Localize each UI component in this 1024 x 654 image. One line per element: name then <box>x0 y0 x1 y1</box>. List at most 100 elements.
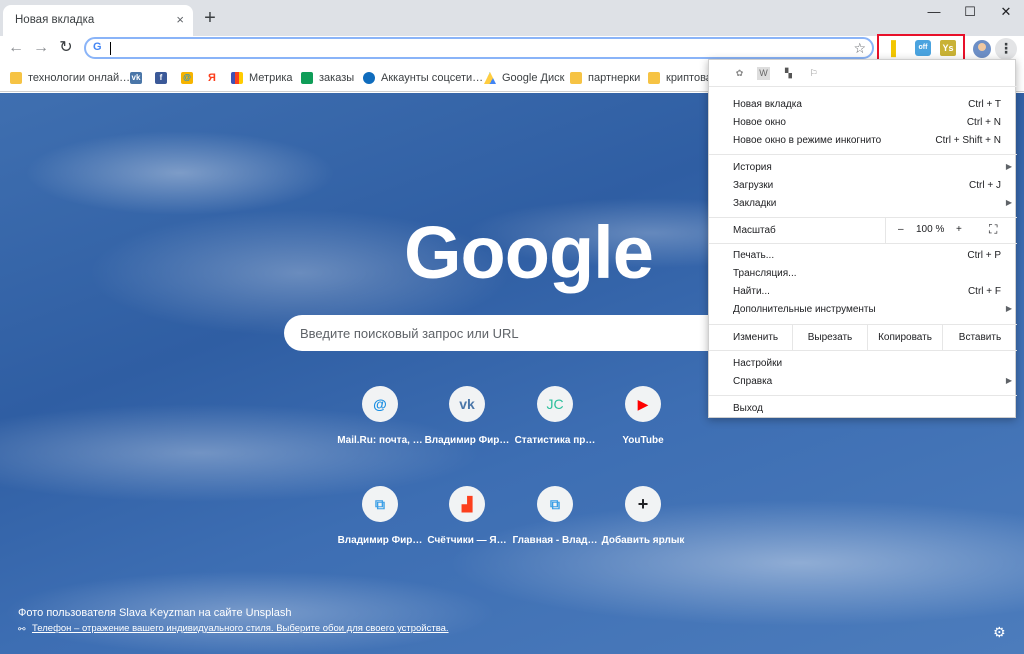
tab-strip: Новая вкладка × + — ☐ ✕ <box>0 0 1024 36</box>
bookmark-metrika[interactable]: Метрика <box>231 71 293 85</box>
bookmark-google-drive[interactable]: Google Диск <box>484 71 564 85</box>
menu-new-tab[interactable]: Новая вкладка Ctrl + T <box>709 96 1017 114</box>
menu-find[interactable]: Найти... Ctrl + F <box>709 283 1017 301</box>
tile-label: Mail.Ru: почта, … <box>337 435 423 446</box>
menu-item-label: Новое окно <box>733 117 786 128</box>
bookmark-yandex[interactable]: Я <box>206 71 224 85</box>
close-tab-icon[interactable]: × <box>176 13 184 27</box>
menu-item-shortcut: Ctrl + J <box>969 180 1001 191</box>
minimize-icon[interactable]: — <box>922 4 946 22</box>
maximize-icon[interactable]: ☐ <box>958 4 982 22</box>
submenu-arrow-icon: ▶ <box>1005 376 1012 385</box>
new-tab-button[interactable]: + <box>201 8 219 28</box>
tile-label: Добавить ярлык <box>601 535 685 546</box>
bookmark-mailru[interactable]: @ <box>181 71 199 85</box>
pennant-ext-icon[interactable]: ⚐ <box>807 67 820 80</box>
ntp-search-box[interactable]: Введите поисковый запрос или URL <box>284 315 740 351</box>
menu-item-shortcut: Ctrl + Shift + N <box>935 135 1001 146</box>
menu-incognito[interactable]: Новое окно в режиме инкогнито Ctrl + Shif… <box>709 132 1017 150</box>
folder-icon <box>10 72 22 84</box>
google-drive-icon <box>484 72 496 84</box>
fullscreen-icon[interactable]: ⛶ <box>989 222 997 237</box>
site-icon: ⧉ <box>362 486 398 522</box>
shortcut-tile[interactable]: @ Mail.Ru: почта, … <box>332 386 428 466</box>
menu-exit[interactable]: Выход <box>709 400 1017 418</box>
tab-title: Новая вкладка <box>15 14 95 26</box>
zoom-out-button[interactable]: – <box>898 224 904 235</box>
ys-ext-icon[interactable]: Ys <box>940 40 956 56</box>
menu-item-label: Масштаб <box>733 225 776 236</box>
bookmark-orders[interactable]: заказы <box>301 71 354 85</box>
tile-label: Счётчики — Я… <box>427 535 507 546</box>
add-shortcut-tile[interactable]: + Добавить ярлык <box>595 486 691 566</box>
menu-more-tools[interactable]: Дополнительные инструменты ▶ <box>709 301 1017 319</box>
menu-bookmarks[interactable]: Закладки ▶ <box>709 195 1017 213</box>
flag-ext-icon[interactable]: ▚ <box>782 67 795 80</box>
mailru-icon: @ <box>181 72 193 84</box>
bookmark-facebook[interactable]: f <box>155 71 173 85</box>
folder-icon <box>570 72 582 84</box>
menu-history[interactable]: История ▶ <box>709 159 1017 177</box>
cut-button[interactable]: Вырезать <box>792 325 867 350</box>
menu-item-label: Найти... <box>733 286 770 297</box>
paste-button[interactable]: Вставить <box>942 325 1017 350</box>
menu-item-label: Загрузки <box>733 180 774 191</box>
menu-separator <box>709 154 1017 155</box>
menu-item-label: История <box>733 162 772 173</box>
menu-item-label: Новое окно в режиме инкогнито <box>733 135 882 146</box>
gear-icon[interactable]: ⚙ <box>993 624 1006 641</box>
menu-item-label: Новая вкладка <box>733 99 802 110</box>
close-window-icon[interactable]: ✕ <box>994 4 1018 22</box>
tile-label: Владимир Фир… <box>337 535 423 546</box>
shortcut-tile[interactable]: vk Владимир Фир… <box>419 386 515 466</box>
menu-item-shortcut: Ctrl + T <box>968 99 1001 110</box>
menu-item-label: Настройки <box>733 358 783 369</box>
menu-extensions-row: ✿ W ▚ ⚐ <box>709 60 1017 87</box>
menu-downloads[interactable]: Загрузки Ctrl + J <box>709 177 1017 195</box>
shortcut-tile[interactable]: ▟ Счётчики — Я… <box>419 486 515 566</box>
forward-icon[interactable]: → <box>31 38 51 58</box>
zoom-controls: – 100 % + ⛶ <box>885 218 1017 243</box>
menu-cast[interactable]: Трансляция... <box>709 265 1017 283</box>
puzzle-ext-icon[interactable]: ✿ <box>733 67 746 80</box>
bookmark-accounts[interactable]: Аккаунты соцсети… <box>363 71 483 85</box>
menu-item-shortcut: Ctrl + P <box>967 250 1001 261</box>
menu-settings[interactable]: Настройки <box>709 355 1017 373</box>
shortcut-tile[interactable]: ▶ YouTube <box>595 386 691 466</box>
wallpaper-link[interactable]: Телефон – отражение вашего индивидуально… <box>32 623 449 634</box>
zoom-in-button[interactable]: + <box>956 224 962 235</box>
shortcut-tile[interactable]: ⧉ Главная - Влад… <box>507 486 603 566</box>
menu-help[interactable]: Справка ▶ <box>709 373 1017 391</box>
bookmark-folder-partners[interactable]: партнерки <box>570 71 640 85</box>
bookmark-vk[interactable]: vk <box>130 71 148 85</box>
profile-avatar[interactable] <box>973 40 991 58</box>
menu-item-label: Выход <box>733 403 763 414</box>
metrika-icon <box>231 72 243 84</box>
menu-print[interactable]: Печать... Ctrl + P <box>709 247 1017 265</box>
shortcut-tile[interactable]: JC Статистика пр… <box>507 386 603 466</box>
proxy-off-ext-icon[interactable]: off <box>915 40 931 56</box>
facebook-icon: f <box>155 72 167 84</box>
address-bar[interactable]: G ☆ <box>84 37 874 59</box>
bookmark-folder-tech[interactable]: технологии онлай… <box>10 71 130 85</box>
menu-separator <box>709 350 1017 351</box>
w-ext-icon[interactable]: W <box>757 67 770 80</box>
menu-separator <box>709 243 1017 244</box>
submenu-arrow-icon: ▶ <box>1005 198 1012 207</box>
tile-label: Владимир Фир… <box>424 435 510 446</box>
menu-item-label: Изменить <box>733 332 779 343</box>
chrome-menu-icon[interactable]: ⋮ <box>995 38 1017 60</box>
reload-icon[interactable]: ↻ <box>56 38 76 58</box>
menu-item-label: Дополнительные инструменты <box>733 304 876 315</box>
tab-new-tab[interactable]: Новая вкладка × <box>3 5 193 36</box>
copy-button[interactable]: Копировать <box>867 325 942 350</box>
back-icon[interactable]: ← <box>6 38 26 58</box>
shortcut-tile[interactable]: ⧉ Владимир Фир… <box>332 486 428 566</box>
tile-label: Статистика пр… <box>514 435 596 446</box>
google-logo: Google <box>404 211 654 294</box>
menu-new-window[interactable]: Новое окно Ctrl + N <box>709 114 1017 132</box>
yandex-icon: Я <box>208 72 216 84</box>
jc-icon: JC <box>537 386 573 422</box>
bookmark-ext-icon[interactable]: ▌ <box>888 40 904 56</box>
bookmark-star-icon[interactable]: ☆ <box>853 40 866 57</box>
